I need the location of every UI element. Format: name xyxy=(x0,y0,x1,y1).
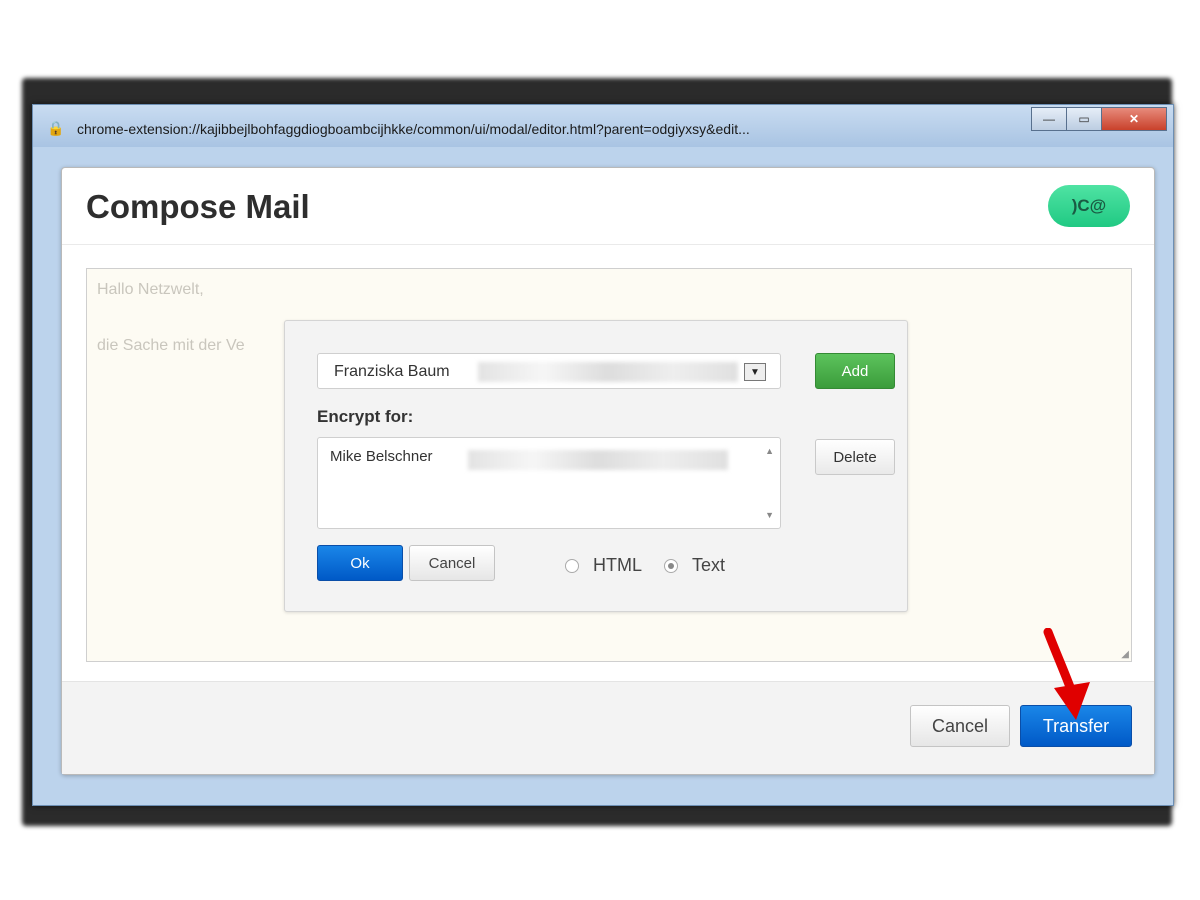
compose-footer: Cancel Transfer xyxy=(62,681,1154,774)
scroll-up-icon[interactable]: ▲ xyxy=(765,446,774,456)
recipient-dialog: Franziska Baum ▼ Add Encrypt for: Mike B… xyxy=(284,320,908,612)
encrypt-recipient-list[interactable]: Mike Belschner ▲ ▼ xyxy=(317,437,781,529)
radio-text-label[interactable]: Text xyxy=(692,555,725,576)
encrypt-for-label: Encrypt for: xyxy=(317,407,414,426)
compose-header: Compose Mail )C@ xyxy=(62,168,1154,245)
close-button[interactable]: ✕ xyxy=(1101,107,1167,131)
chevron-down-icon[interactable]: ▼ xyxy=(744,363,766,381)
window-titlebar: 🔒 chrome-extension://kajibbejlbohfaggdio… xyxy=(33,105,1173,147)
add-recipient-button[interactable]: Add xyxy=(815,353,895,389)
radio-html-label[interactable]: HTML xyxy=(593,555,642,576)
page-title: Compose Mail xyxy=(86,188,310,225)
radio-text[interactable] xyxy=(664,558,678,573)
editor-line-greeting: Hallo Netzwelt, xyxy=(97,281,204,298)
red-arrow-annotation-icon xyxy=(1043,628,1090,720)
window-controls: — ▭ ✕ xyxy=(1031,107,1167,131)
format-radio-group: HTML Text xyxy=(565,555,747,576)
recipient-select-value: Franziska Baum xyxy=(334,363,450,380)
dialog-cancel-button[interactable]: Cancel xyxy=(409,545,495,581)
cancel-button[interactable]: Cancel xyxy=(910,705,1010,747)
maximize-button[interactable]: ▭ xyxy=(1066,107,1102,131)
redacted-email xyxy=(478,362,738,382)
scroll-down-icon[interactable]: ▼ xyxy=(765,510,774,520)
lock-icon: 🔒 xyxy=(47,120,65,136)
delete-recipient-button[interactable]: Delete xyxy=(815,439,895,475)
window-url: chrome-extension://kajibbejlbohfaggdiogb… xyxy=(77,121,750,137)
list-item[interactable]: Mike Belschner xyxy=(330,448,433,465)
recipient-select[interactable]: Franziska Baum ▼ xyxy=(317,353,781,389)
editor-line-body: die Sache mit der Ve xyxy=(97,337,245,354)
redacted-email xyxy=(468,450,728,470)
brand-logo-badge[interactable]: )C@ xyxy=(1048,185,1130,227)
resize-grip-icon[interactable]: ◢ xyxy=(1121,649,1129,660)
minimize-button[interactable]: — xyxy=(1031,107,1067,131)
radio-html[interactable] xyxy=(565,558,579,573)
ok-button[interactable]: Ok xyxy=(317,545,403,581)
